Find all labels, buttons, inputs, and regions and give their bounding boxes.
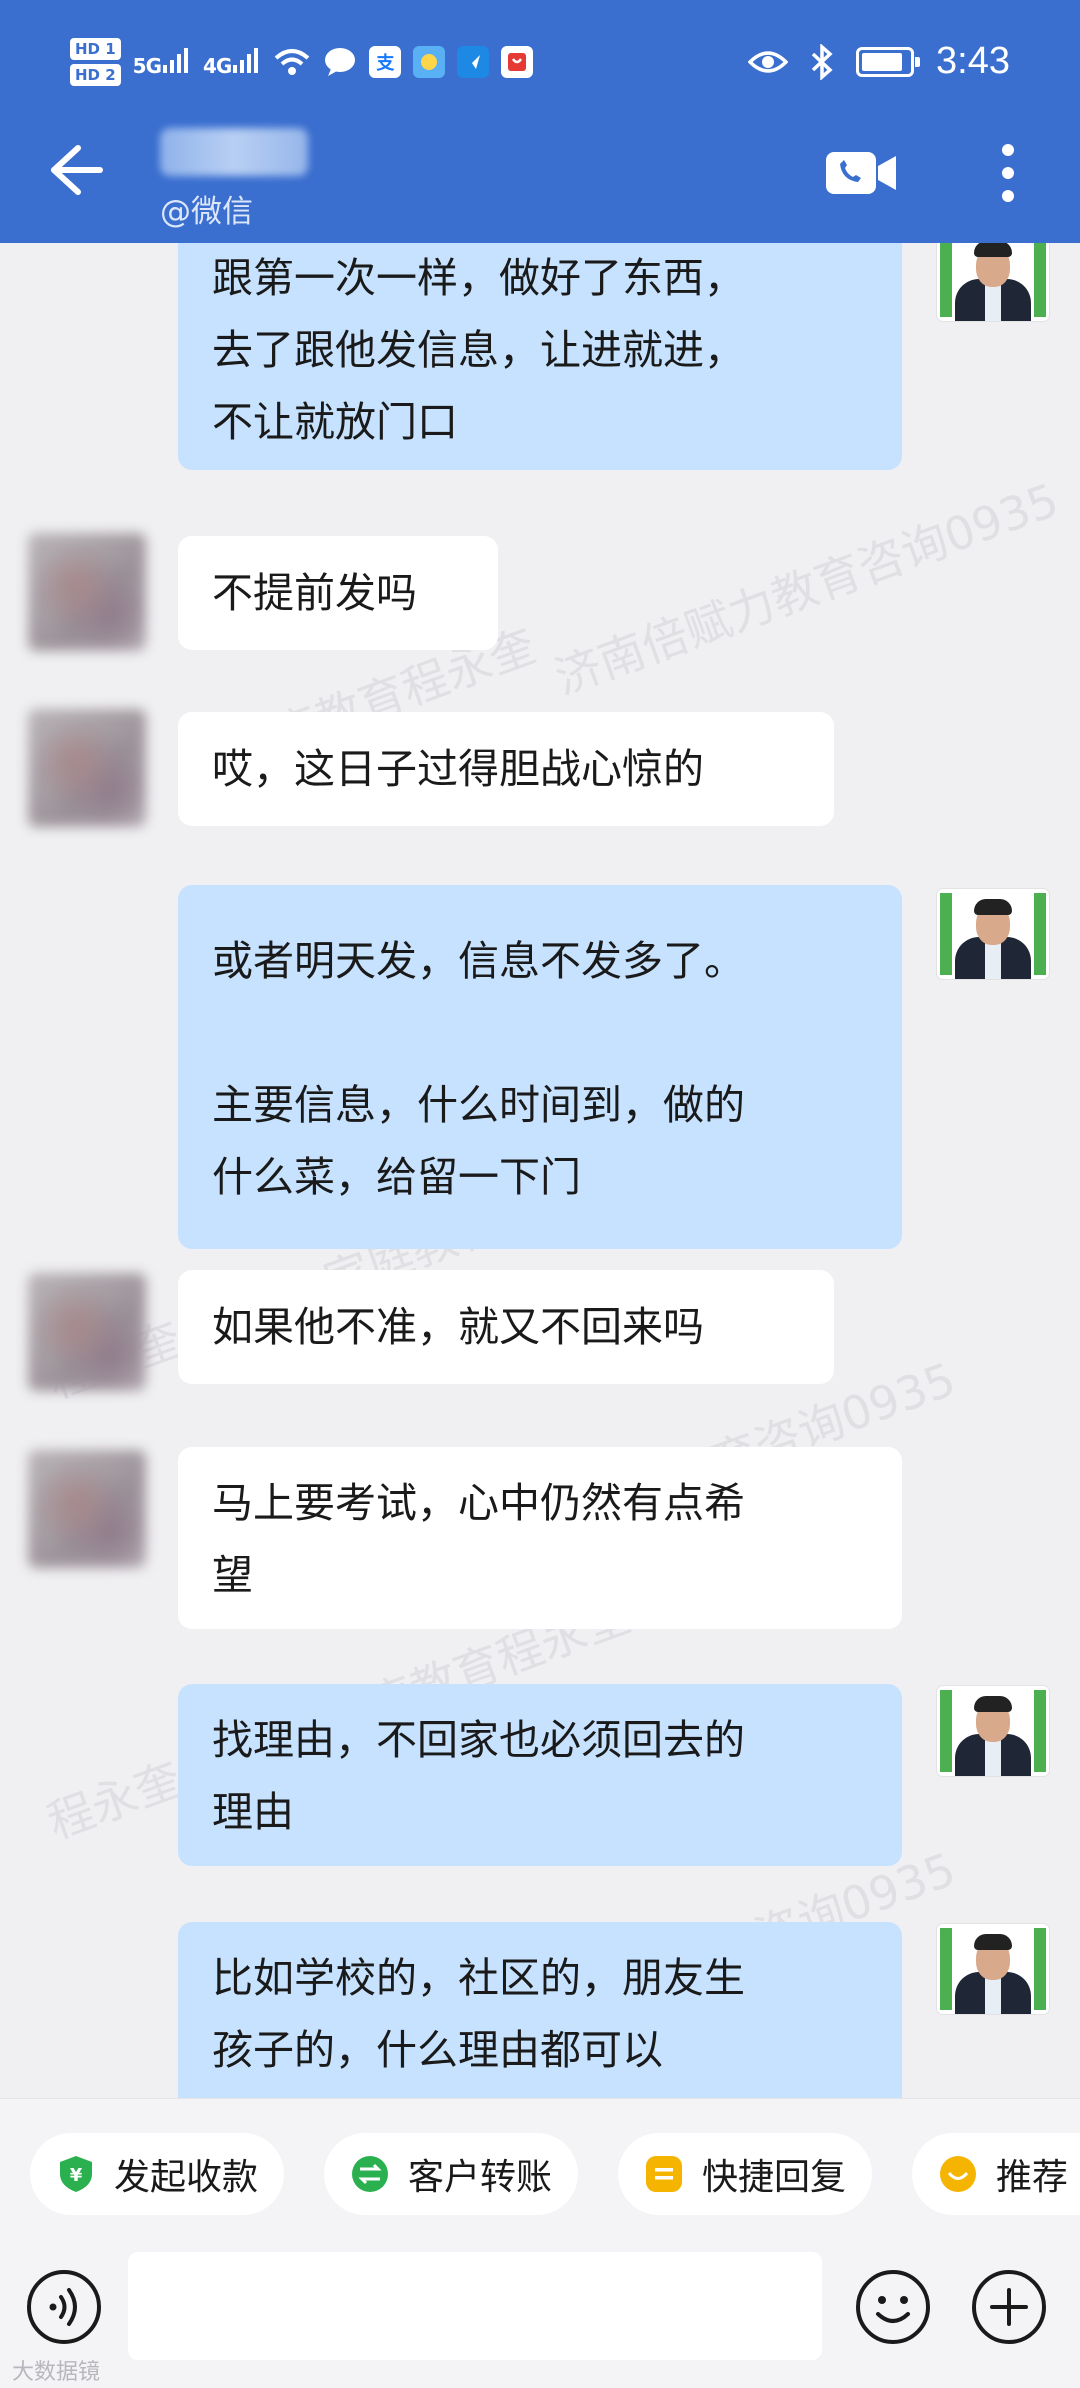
svg-text:¥: ¥ bbox=[70, 2165, 83, 2186]
video-call-icon[interactable] bbox=[824, 148, 898, 198]
eye-icon bbox=[748, 50, 789, 73]
hd1-badge: HD 1 bbox=[70, 38, 121, 60]
status-right: 3:43 bbox=[748, 40, 1010, 83]
watermark: 济南倍赋力教育咨询0935 bbox=[547, 472, 1066, 706]
contact-avatar[interactable] bbox=[28, 1273, 146, 1391]
network-4g-label: 4G bbox=[203, 53, 232, 78]
status-bar: HD 1 HD 2 5G 4G 支 3:43 bbox=[0, 0, 1080, 130]
recommend-label: 推荐 bbox=[996, 2157, 1069, 2198]
message-bubble-outgoing[interactable]: 跟第一次一样，做好了东西， 去了跟他发信息，让进就进， 不让就放门口 bbox=[178, 243, 902, 470]
message-bubble-incoming[interactable]: 不提前发吗 bbox=[178, 536, 498, 650]
collect-payment-button[interactable]: ¥ 发起收款 bbox=[30, 2133, 285, 2215]
quick-reply-button[interactable]: 快捷回复 bbox=[618, 2133, 873, 2215]
my-avatar[interactable] bbox=[937, 243, 1049, 321]
customer-transfer-button[interactable]: 客户转账 bbox=[324, 2133, 579, 2215]
message-bubble-incoming[interactable]: 马上要考试，心中仍然有点希 望 bbox=[178, 1447, 902, 1629]
signal-5g: 5G bbox=[133, 47, 191, 78]
message-input[interactable] bbox=[128, 2252, 822, 2360]
customer-transfer-label: 客户转账 bbox=[408, 2157, 553, 2198]
status-time: 3:43 bbox=[936, 40, 1010, 82]
quick-reply-icon bbox=[644, 2154, 684, 2194]
back-arrow-icon[interactable] bbox=[38, 140, 108, 200]
footer-watermark: 大数据镜 bbox=[12, 2360, 101, 2385]
contact-source: @微信 bbox=[160, 194, 253, 230]
more-options-icon[interactable] bbox=[988, 138, 1028, 208]
hd-badges: HD 1 HD 2 bbox=[70, 38, 121, 86]
message-bubble-outgoing[interactable]: 比如学校的，社区的，朋友生 孩子的，什么理由都可以 bbox=[178, 1922, 902, 2098]
chat-message-list[interactable]: 济南倍赋力教育咨询0935 家庭教育程永奎 程永奎(倍赋力家庭教育程永奎 教育咨… bbox=[0, 243, 1080, 2098]
yuan-shield-icon: ¥ bbox=[56, 2154, 96, 2194]
chat-header: HD 1 HD 2 5G 4G 支 3:43 @微信 bbox=[0, 0, 1080, 243]
plus-icon[interactable] bbox=[970, 2268, 1048, 2346]
message-bubble-outgoing[interactable]: 找理由，不回家也必须回去的 理由 bbox=[178, 1684, 902, 1866]
message-bubble-outgoing[interactable]: 或者明天发，信息不发多了。 主要信息，什么时间到，做的 什么菜，给留一下门 bbox=[178, 885, 902, 1249]
message-bubble-incoming[interactable]: 如果他不准，就又不回来吗 bbox=[178, 1270, 834, 1384]
emoji-icon[interactable] bbox=[854, 2268, 932, 2346]
alipay-icon: 支 bbox=[369, 46, 402, 78]
my-avatar[interactable] bbox=[937, 1686, 1049, 1776]
wifi-icon bbox=[275, 49, 310, 75]
map-app-icon bbox=[457, 46, 490, 78]
battery-icon bbox=[856, 46, 921, 77]
my-avatar[interactable] bbox=[937, 1924, 1049, 2014]
transfer-icon bbox=[350, 2154, 390, 2194]
recommend-icon bbox=[938, 2154, 978, 2194]
bluetooth-icon bbox=[811, 43, 833, 80]
network-5g-label: 5G bbox=[132, 53, 162, 78]
recommend-button[interactable]: 推荐 bbox=[912, 2133, 1080, 2215]
weather-app-icon bbox=[413, 46, 446, 78]
voice-input-icon[interactable] bbox=[25, 2268, 103, 2346]
contact-avatar[interactable] bbox=[28, 533, 146, 651]
quick-reply-label: 快捷回复 bbox=[702, 2157, 847, 2198]
message-bubble-incoming[interactable]: 哎，这日子过得胆战心惊的 bbox=[178, 712, 834, 826]
shopping-app-icon bbox=[501, 46, 534, 78]
my-avatar[interactable] bbox=[937, 889, 1049, 979]
contact-avatar[interactable] bbox=[28, 709, 146, 827]
signal-4g: 4G bbox=[203, 47, 261, 78]
collect-payment-label: 发起收款 bbox=[114, 2157, 259, 2198]
message-input-bar bbox=[0, 2248, 1080, 2388]
hd2-badge: HD 2 bbox=[70, 64, 121, 86]
signal-bars-icon bbox=[233, 47, 259, 73]
quick-action-bar: ¥ 发起收款 客户转账 快捷回复 推荐 bbox=[0, 2098, 1080, 2248]
contact-name-blurred[interactable] bbox=[160, 128, 308, 176]
status-left: HD 1 HD 2 5G 4G 支 bbox=[70, 38, 534, 86]
signal-bars-icon bbox=[163, 47, 189, 73]
contact-avatar[interactable] bbox=[28, 1450, 146, 1568]
message-app-icon bbox=[325, 48, 356, 76]
